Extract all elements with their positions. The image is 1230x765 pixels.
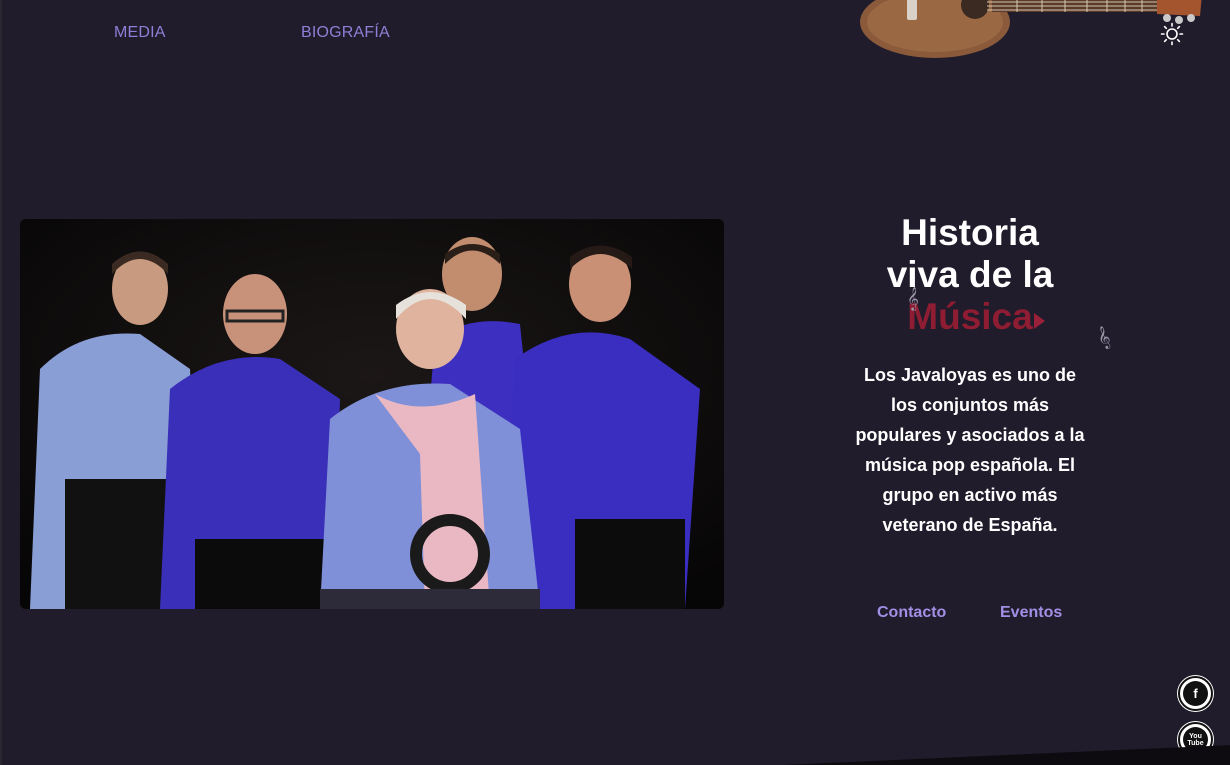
youtube-label-top: You (1189, 732, 1202, 740)
hero-description: Los Javaloyas es uno de los conjuntos má… (855, 365, 1085, 535)
page: MEDIA BIOGRAFÍA Historia viva de la Músi… (0, 0, 1230, 765)
facebook-button[interactable]: f (1178, 676, 1213, 711)
sun-icon[interactable] (1160, 22, 1184, 46)
band-photo (20, 219, 724, 609)
facebook-icon: f (1183, 681, 1208, 706)
contact-link[interactable]: Contacto (877, 604, 946, 622)
events-link[interactable]: Eventos (1000, 604, 1062, 622)
bottom-decoration (782, 745, 1230, 765)
facebook-glyph: f (1193, 686, 1198, 701)
nav-media-link[interactable]: MEDIA (114, 24, 166, 42)
nav-biography-link[interactable]: BIOGRAFÍA (301, 24, 390, 42)
hero-title-line2: viva de la (886, 254, 1054, 295)
play-arrow-icon[interactable] (1034, 313, 1045, 329)
hero-title-line1: Historia (901, 212, 1039, 253)
hero-title: Historia viva de la Música (850, 212, 1090, 338)
music-note-icon: 𝄞 (1094, 325, 1114, 351)
guitar-image (860, 0, 1202, 58)
hero-title-accent: Música (907, 296, 1033, 337)
music-note-icon: 𝄞 (907, 288, 919, 310)
